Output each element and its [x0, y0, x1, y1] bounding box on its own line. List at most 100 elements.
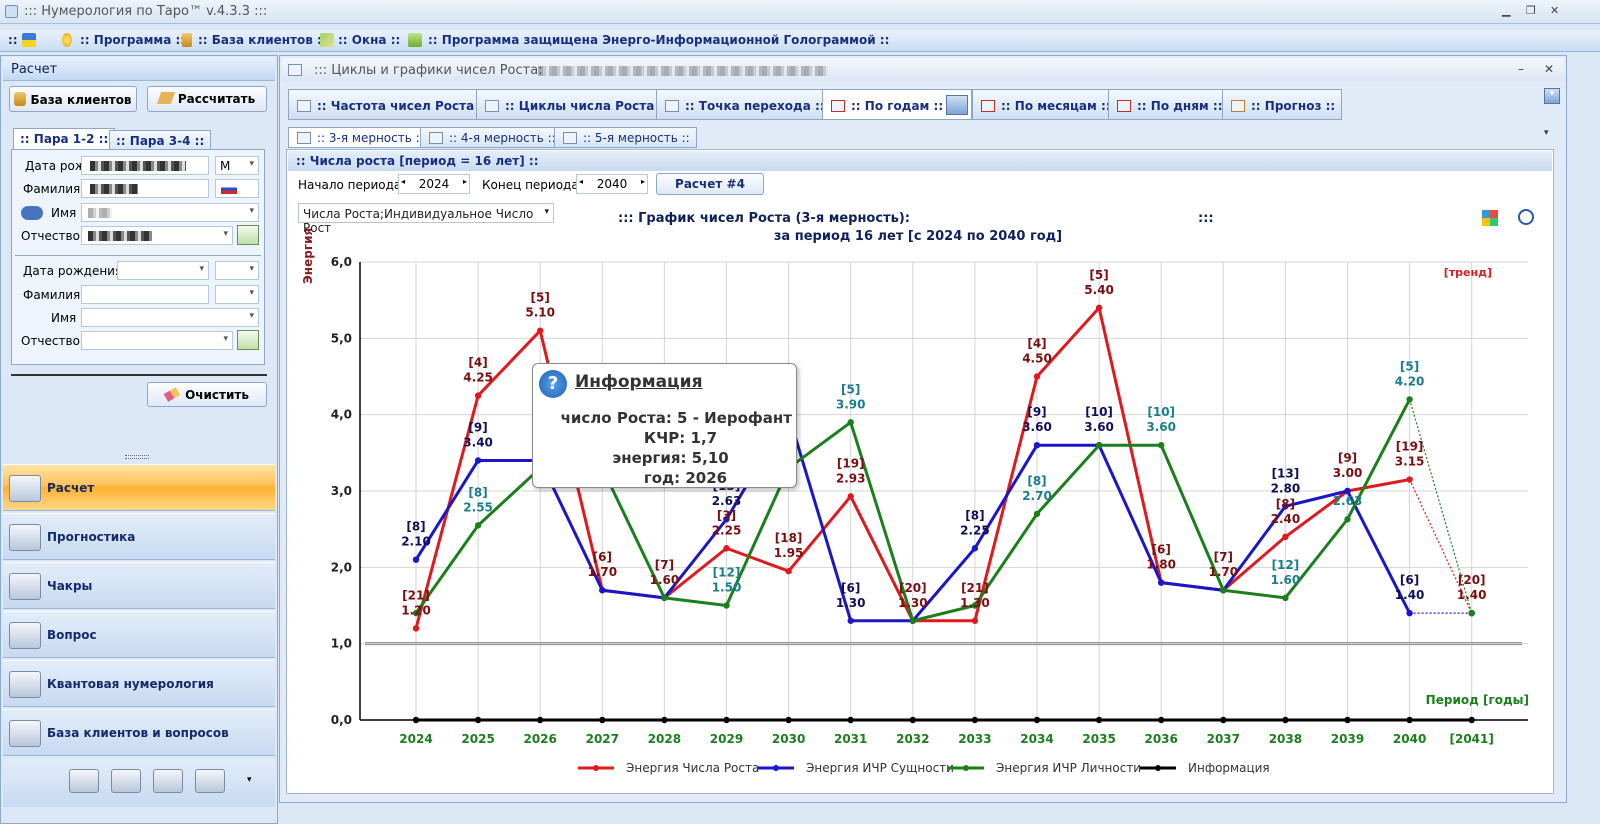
tab-by-days-label: :: По дням ::: [1137, 99, 1223, 113]
data-tag: [8]: [406, 520, 425, 534]
dob2-field[interactable]: [117, 261, 209, 280]
zoom-icon[interactable]: [1518, 209, 1534, 225]
nav-calc[interactable]: Расчет: [3, 464, 275, 511]
tab-frequency[interactable]: :: Частота чисел Роста ::: [288, 89, 495, 120]
save-person2-icon[interactable]: [237, 330, 259, 350]
surname2-field[interactable]: [81, 285, 209, 304]
picture-icon[interactable]: [69, 769, 99, 793]
data-label: 2.55: [463, 500, 493, 514]
x-tick-label: 2037: [1207, 732, 1240, 746]
tab-forecast[interactable]: :: Прогноз ::: [1222, 89, 1343, 120]
tab-by-days[interactable]: :: По дням ::: [1108, 89, 1230, 120]
tab-transition[interactable]: :: Точка перехода ::: [656, 89, 832, 120]
gender-select[interactable]: М: [215, 156, 259, 175]
data-label: 1.60: [650, 573, 680, 587]
series-select[interactable]: Числа Роста;Индивидуальное Число Рост ▾: [298, 203, 554, 235]
nav-chakras[interactable]: Чакры: [3, 562, 275, 609]
country-select[interactable]: [215, 179, 259, 198]
dob-field[interactable]: [81, 156, 209, 175]
nav-quantum[interactable]: Квантовая нумерология: [3, 660, 275, 707]
menu-prefix: ::: [8, 33, 18, 47]
settings-icon[interactable]: [153, 769, 183, 793]
tab-dim-5[interactable]: :: 5-я мерность ::: [554, 127, 697, 148]
data-point: [1406, 476, 1413, 483]
calc-4-button[interactable]: Расчет #4: [656, 173, 764, 195]
minimize-button[interactable]: ▁: [1502, 4, 1510, 17]
data-label: 1.30: [960, 596, 990, 610]
clients-db-button[interactable]: База клиентов: [9, 86, 137, 112]
end-period-spinner[interactable]: ◂ 2040 ▸: [576, 174, 648, 194]
data-point: [909, 617, 916, 624]
close-button[interactable]: ✕: [1550, 4, 1559, 17]
data-tag: [8]: [468, 485, 487, 499]
menu-clients[interactable]: :: База клиентов ::: [198, 33, 327, 47]
nav-clients-questions[interactable]: База клиентов и вопросов: [3, 709, 275, 756]
data-tag: [5]: [1400, 359, 1419, 373]
document-header: ::: Циклы и графики чисел Роста: – ✕: [282, 58, 1564, 82]
data-label: 2.25: [712, 523, 742, 537]
tab-pair-1-2[interactable]: :: Пара 1-2 ::: [13, 128, 116, 149]
data-point: [412, 625, 420, 632]
doc-close-button[interactable]: ✕: [1544, 62, 1554, 76]
chevron-down-icon[interactable]: ▾: [247, 775, 252, 785]
patronymic2-field[interactable]: [81, 331, 233, 350]
name2-field[interactable]: [81, 308, 259, 327]
tab-pair-3-4[interactable]: :: Пара 3-4 ::: [109, 130, 212, 151]
data-tag: [10]: [1085, 405, 1113, 419]
data-label: 2.93: [836, 471, 866, 485]
splitter-grip[interactable]: [125, 455, 149, 459]
tab-by-months[interactable]: :: По месяцам ::: [972, 89, 1118, 120]
tab-dim-3[interactable]: :: 3-я мерность ::: [288, 127, 431, 148]
nav-prognostics[interactable]: Прогностика: [3, 513, 275, 560]
tab-dim-4[interactable]: :: 4-я мерность ::: [420, 127, 563, 148]
data-label: 3.15: [1395, 455, 1425, 469]
y-tick-label: 5,0: [331, 331, 352, 345]
surname2-label: Фамилия: [23, 288, 81, 302]
question-icon: [9, 622, 41, 649]
data-point: [1220, 716, 1227, 724]
database-icon: [14, 92, 27, 106]
doc-minimize-button[interactable]: –: [1518, 62, 1524, 76]
tab-forecast-label: :: Прогноз ::: [1251, 99, 1336, 113]
tab-pin-icon[interactable]: [946, 95, 968, 115]
start-period-spinner[interactable]: ◂ 2024 ▸: [398, 174, 470, 194]
gender2-select[interactable]: [215, 261, 259, 280]
tabs-dropdown-icon[interactable]: ▾: [1544, 88, 1560, 104]
restore-button[interactable]: ❐: [1526, 4, 1536, 17]
data-point: [1095, 442, 1103, 449]
data-label: 1.40: [1457, 588, 1487, 602]
nav-question[interactable]: Вопрос: [3, 611, 275, 658]
patronymic-field[interactable]: [81, 226, 233, 245]
clear-button[interactable]: Очистить: [147, 382, 267, 407]
data-point: [474, 392, 482, 399]
data-point: [1406, 716, 1413, 724]
name-field[interactable]: [81, 203, 259, 222]
country2-select[interactable]: [215, 285, 259, 304]
book-icon[interactable]: [111, 769, 141, 793]
data-tag: [4]: [1027, 337, 1046, 351]
x-tick-label: 2038: [1269, 732, 1302, 746]
subtabs-dropdown-icon[interactable]: ▾: [1544, 128, 1549, 138]
windows-logo-icon[interactable]: [1482, 210, 1498, 226]
data-point: [599, 716, 606, 724]
data-point: [723, 716, 730, 724]
menu-program[interactable]: :: Программа ::: [80, 33, 185, 47]
x-tick-label: 2032: [896, 732, 929, 746]
save-person-icon[interactable]: [237, 225, 259, 245]
tab-cycles[interactable]: :: Циклы числа Роста ::: [476, 89, 676, 120]
calculate-button[interactable]: Рассчитать: [147, 86, 267, 112]
bars-icon: [297, 132, 311, 144]
data-tag: [5]: [1089, 268, 1108, 282]
data-tag: [18]: [775, 531, 803, 545]
surname-field[interactable]: [81, 179, 209, 198]
spin-right-icon: ▸: [462, 177, 467, 186]
menu-protection[interactable]: :: Программа защищена Энерго-Информацион…: [428, 33, 889, 47]
link-icon[interactable]: [21, 206, 43, 220]
x-tick-label: 2031: [834, 732, 867, 746]
x-tick-label: 2028: [648, 732, 681, 746]
heart-icon[interactable]: [195, 769, 225, 793]
menu-windows[interactable]: :: Окна ::: [338, 33, 400, 47]
data-point: [412, 716, 420, 724]
flag-icon[interactable]: [22, 33, 36, 47]
y-tick-label: 6,0: [331, 255, 352, 269]
